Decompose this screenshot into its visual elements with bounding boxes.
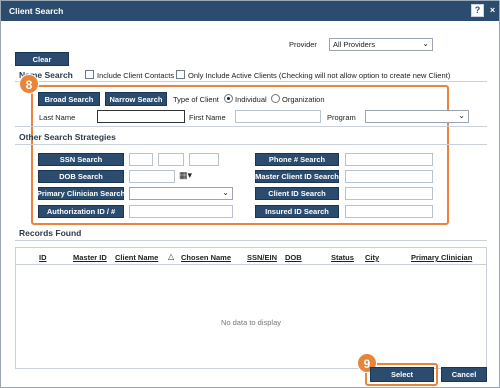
col-master-id[interactable]: Master ID — [73, 253, 107, 262]
select-button[interactable]: Select — [370, 367, 434, 382]
col-id[interactable]: ID — [39, 253, 47, 262]
primary-clinician-select[interactable]: ⌄ — [129, 187, 233, 200]
ssn-part2-input[interactable] — [158, 153, 184, 166]
program-label: Program — [327, 113, 356, 122]
col-status[interactable]: Status — [331, 253, 354, 262]
close-icon[interactable]: × — [486, 4, 499, 17]
phone-input[interactable] — [345, 153, 433, 166]
col-dob[interactable]: DOB — [285, 253, 302, 262]
title-bar: Client Search — [1, 1, 499, 21]
organization-radio[interactable] — [271, 94, 280, 103]
chevron-down-icon: ⌄ — [422, 39, 429, 48]
dob-input[interactable] — [129, 170, 175, 183]
ssn-search-button[interactable]: SSN Search — [38, 153, 124, 166]
clear-button[interactable]: Clear — [15, 52, 69, 66]
ssn-part1-input[interactable] — [129, 153, 153, 166]
divider — [15, 126, 487, 127]
first-name-input[interactable] — [235, 110, 321, 123]
client-id-input[interactable] — [345, 187, 433, 200]
callout-badge-8: 8 — [19, 74, 39, 94]
provider-select[interactable]: All Providers ⌄ — [329, 38, 433, 51]
only-active-checkbox[interactable] — [176, 70, 185, 79]
insured-id-input[interactable] — [345, 205, 433, 218]
insured-id-search-button[interactable]: Insured ID Search — [255, 205, 339, 218]
primary-clinician-search-button[interactable]: Primary Clinician Search — [37, 187, 125, 200]
authorization-id-input[interactable] — [129, 205, 233, 218]
divider — [15, 240, 487, 241]
last-name-input[interactable] — [97, 110, 185, 123]
dob-search-button[interactable]: DOB Search — [38, 170, 124, 183]
sort-icon[interactable]: △ — [168, 252, 174, 261]
window-title: Client Search — [9, 6, 64, 16]
divider — [15, 144, 487, 145]
calendar-icon[interactable]: ▦▾ — [179, 170, 192, 181]
chevron-down-icon: ⌄ — [222, 188, 229, 197]
include-contacts-label: Include Client Contacts — [97, 71, 175, 80]
col-chosen-name[interactable]: Chosen Name — [181, 253, 231, 262]
individual-radio[interactable] — [224, 94, 233, 103]
chevron-down-icon: ⌄ — [458, 111, 465, 120]
col-city[interactable]: City — [365, 253, 379, 262]
program-select[interactable]: ⌄ — [365, 110, 469, 123]
master-client-id-search-button[interactable]: Master Client ID Search — [255, 170, 339, 183]
records-found-title: Records Found — [19, 228, 82, 238]
client-id-search-button[interactable]: Client ID Search — [255, 187, 339, 200]
include-contacts-checkbox[interactable] — [85, 70, 94, 79]
organization-label: Organization — [282, 95, 325, 104]
cancel-button[interactable]: Cancel — [441, 367, 487, 382]
narrow-search-button[interactable]: Narrow Search — [105, 92, 167, 106]
col-ssn-ein[interactable]: SSN/EIN — [247, 253, 277, 262]
first-name-label: First Name — [189, 113, 226, 122]
type-of-client-label: Type of Client — [173, 95, 219, 104]
only-active-label: Only Include Active Clients (Checking wi… — [188, 71, 451, 80]
grid-header-divider — [16, 264, 486, 265]
records-grid: No data to display — [15, 247, 487, 369]
individual-label: Individual — [235, 95, 267, 104]
ssn-part3-input[interactable] — [189, 153, 219, 166]
other-strategies-title: Other Search Strategies — [19, 132, 116, 142]
authorization-id-button[interactable]: Authorization ID / # — [38, 205, 124, 218]
master-client-id-input[interactable] — [345, 170, 433, 183]
no-data-text: No data to display — [220, 318, 282, 327]
provider-value: All Providers — [333, 40, 376, 49]
phone-search-button[interactable]: Phone # Search — [255, 153, 339, 166]
client-search-window: Client Search ? × Provider All Providers… — [0, 0, 500, 388]
col-primary-clinician[interactable]: Primary Clinician — [411, 253, 472, 262]
provider-label: Provider — [289, 40, 317, 49]
col-client-name[interactable]: Client Name — [115, 253, 158, 262]
broad-search-button[interactable]: Broad Search — [38, 92, 100, 106]
divider — [15, 81, 487, 82]
help-icon[interactable]: ? — [471, 4, 484, 17]
last-name-label: Last Name — [39, 113, 76, 122]
